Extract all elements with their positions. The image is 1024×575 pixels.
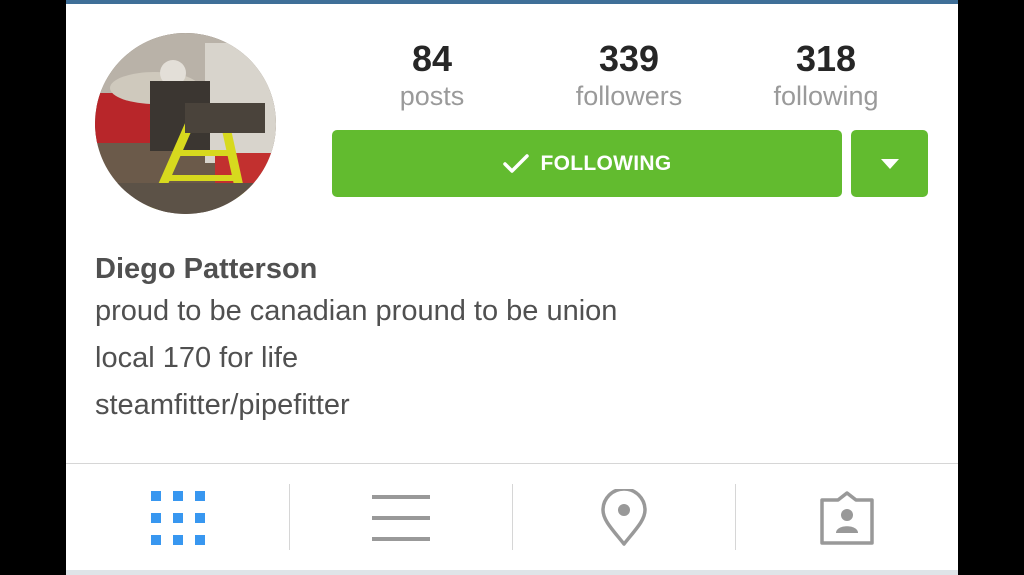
following-button-label: FOLLOWING bbox=[540, 151, 672, 175]
more-options-button[interactable] bbox=[851, 130, 928, 197]
stat-posts[interactable]: 84 posts bbox=[342, 36, 522, 110]
stat-posts-count: 84 bbox=[411, 38, 453, 79]
bio-section: Diego Patterson proud to be canadian pro… bbox=[95, 250, 617, 429]
avatar[interactable] bbox=[95, 33, 276, 214]
profile-screen: 84 posts 339 followers 318 following FOL… bbox=[66, 0, 958, 575]
list-icon bbox=[371, 495, 430, 541]
tab-tagged[interactable] bbox=[735, 464, 958, 572]
stat-following-label: following bbox=[773, 81, 879, 111]
stat-followers-count: 339 bbox=[598, 38, 660, 79]
bio-line: proud to be canadian pround to be union bbox=[95, 295, 618, 327]
bio-line: steamfitter/pipefitter bbox=[95, 389, 350, 421]
profile-name: Diego Patterson bbox=[95, 253, 318, 285]
tab-location[interactable] bbox=[512, 464, 735, 572]
tagged-photos-icon bbox=[819, 491, 874, 545]
stat-followers[interactable]: 339 followers bbox=[539, 36, 719, 110]
triangle-down-icon bbox=[880, 158, 899, 169]
top-bar bbox=[66, 0, 958, 4]
location-pin-icon bbox=[600, 489, 647, 546]
stat-posts-label: posts bbox=[399, 81, 465, 111]
profile-tabs bbox=[66, 464, 958, 572]
bio-line: local 170 for life bbox=[95, 342, 299, 374]
tab-grid[interactable] bbox=[66, 464, 289, 572]
stat-following-count: 318 bbox=[795, 38, 857, 79]
tab-list[interactable] bbox=[289, 464, 512, 572]
stat-followers-label: followers bbox=[575, 81, 683, 111]
grid-icon bbox=[150, 491, 205, 545]
stat-following[interactable]: 318 following bbox=[736, 36, 916, 110]
following-button[interactable]: FOLLOWING bbox=[332, 130, 842, 197]
photo-grid-edge bbox=[66, 570, 958, 575]
check-icon bbox=[503, 153, 530, 173]
